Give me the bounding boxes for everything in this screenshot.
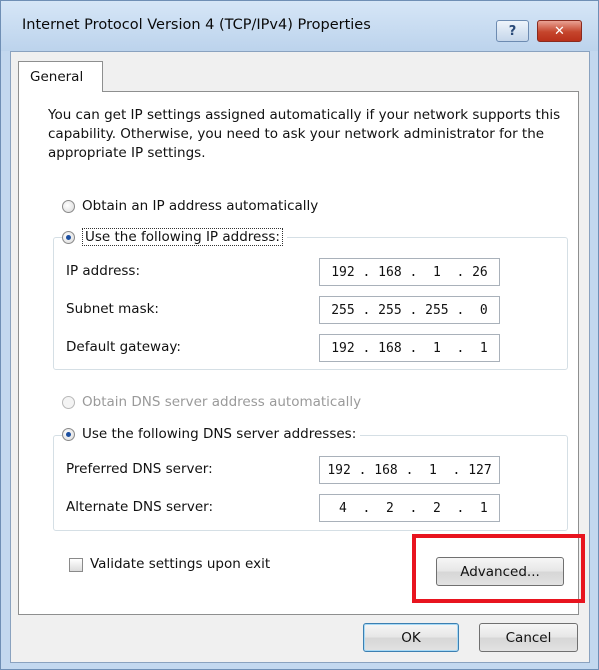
ip-manual-label: Use the following IP address:: [82, 228, 283, 246]
title-bar[interactable]: Internet Protocol Version 4 (TCP/IPv4) P…: [1, 1, 598, 51]
subnet-mask-input[interactable]: 255 . 255 . 255 . 0: [319, 296, 500, 324]
ok-button[interactable]: OK: [363, 623, 459, 652]
subnet-mask-label: Subnet mask:: [66, 301, 159, 317]
ip-manual-radio[interactable]: Use the following IP address:: [62, 228, 287, 246]
preferred-dns-label: Preferred DNS server:: [66, 461, 213, 477]
dns-manual-radio-button[interactable]: [62, 427, 75, 441]
dns-manual-label: Use the following DNS server addresses:: [82, 426, 357, 442]
default-gateway-input[interactable]: 192 . 168 . 1 . 1: [319, 334, 500, 362]
alternate-dns-input[interactable]: 4 . 2 . 2 . 1: [319, 494, 500, 522]
alternate-dns-label: Alternate DNS server:: [66, 499, 214, 515]
advanced-button[interactable]: Advanced...: [436, 557, 564, 586]
preferred-dns-input[interactable]: 192 . 168 . 1 . 127: [319, 456, 500, 484]
dns-auto-label: Obtain DNS server address automatically: [82, 394, 362, 410]
ip-address-input[interactable]: 192 . 168 . 1 . 26: [319, 258, 500, 286]
window-title: Internet Protocol Version 4 (TCP/IPv4) P…: [22, 17, 371, 33]
ip-auto-radio-button[interactable]: [62, 199, 75, 213]
description-text: You can get IP settings assigned automat…: [48, 107, 561, 161]
validate-label: Validate settings upon exit: [90, 556, 271, 572]
dns-manual-radio[interactable]: Use the following DNS server addresses:: [62, 426, 361, 442]
dns-auto-radio: Obtain DNS server address automatically: [62, 394, 366, 410]
ip-manual-radio-button[interactable]: [62, 230, 75, 244]
cancel-button[interactable]: Cancel: [479, 623, 578, 652]
dns-auto-radio-button: [62, 395, 75, 409]
help-button[interactable]: ?: [496, 20, 529, 42]
close-button[interactable]: ✕: [537, 20, 582, 42]
ip-auto-radio[interactable]: Obtain an IP address automatically: [62, 198, 323, 214]
tab-general[interactable]: General: [18, 61, 103, 92]
ip-auto-label: Obtain an IP address automatically: [82, 198, 319, 214]
help-icon: ?: [508, 23, 517, 39]
ip-address-label: IP address:: [66, 263, 140, 279]
default-gateway-label: Default gateway:: [66, 339, 181, 355]
validate-checkbox[interactable]: [69, 558, 83, 572]
tab-general-label: General: [30, 69, 84, 85]
close-icon: ✕: [554, 23, 565, 39]
